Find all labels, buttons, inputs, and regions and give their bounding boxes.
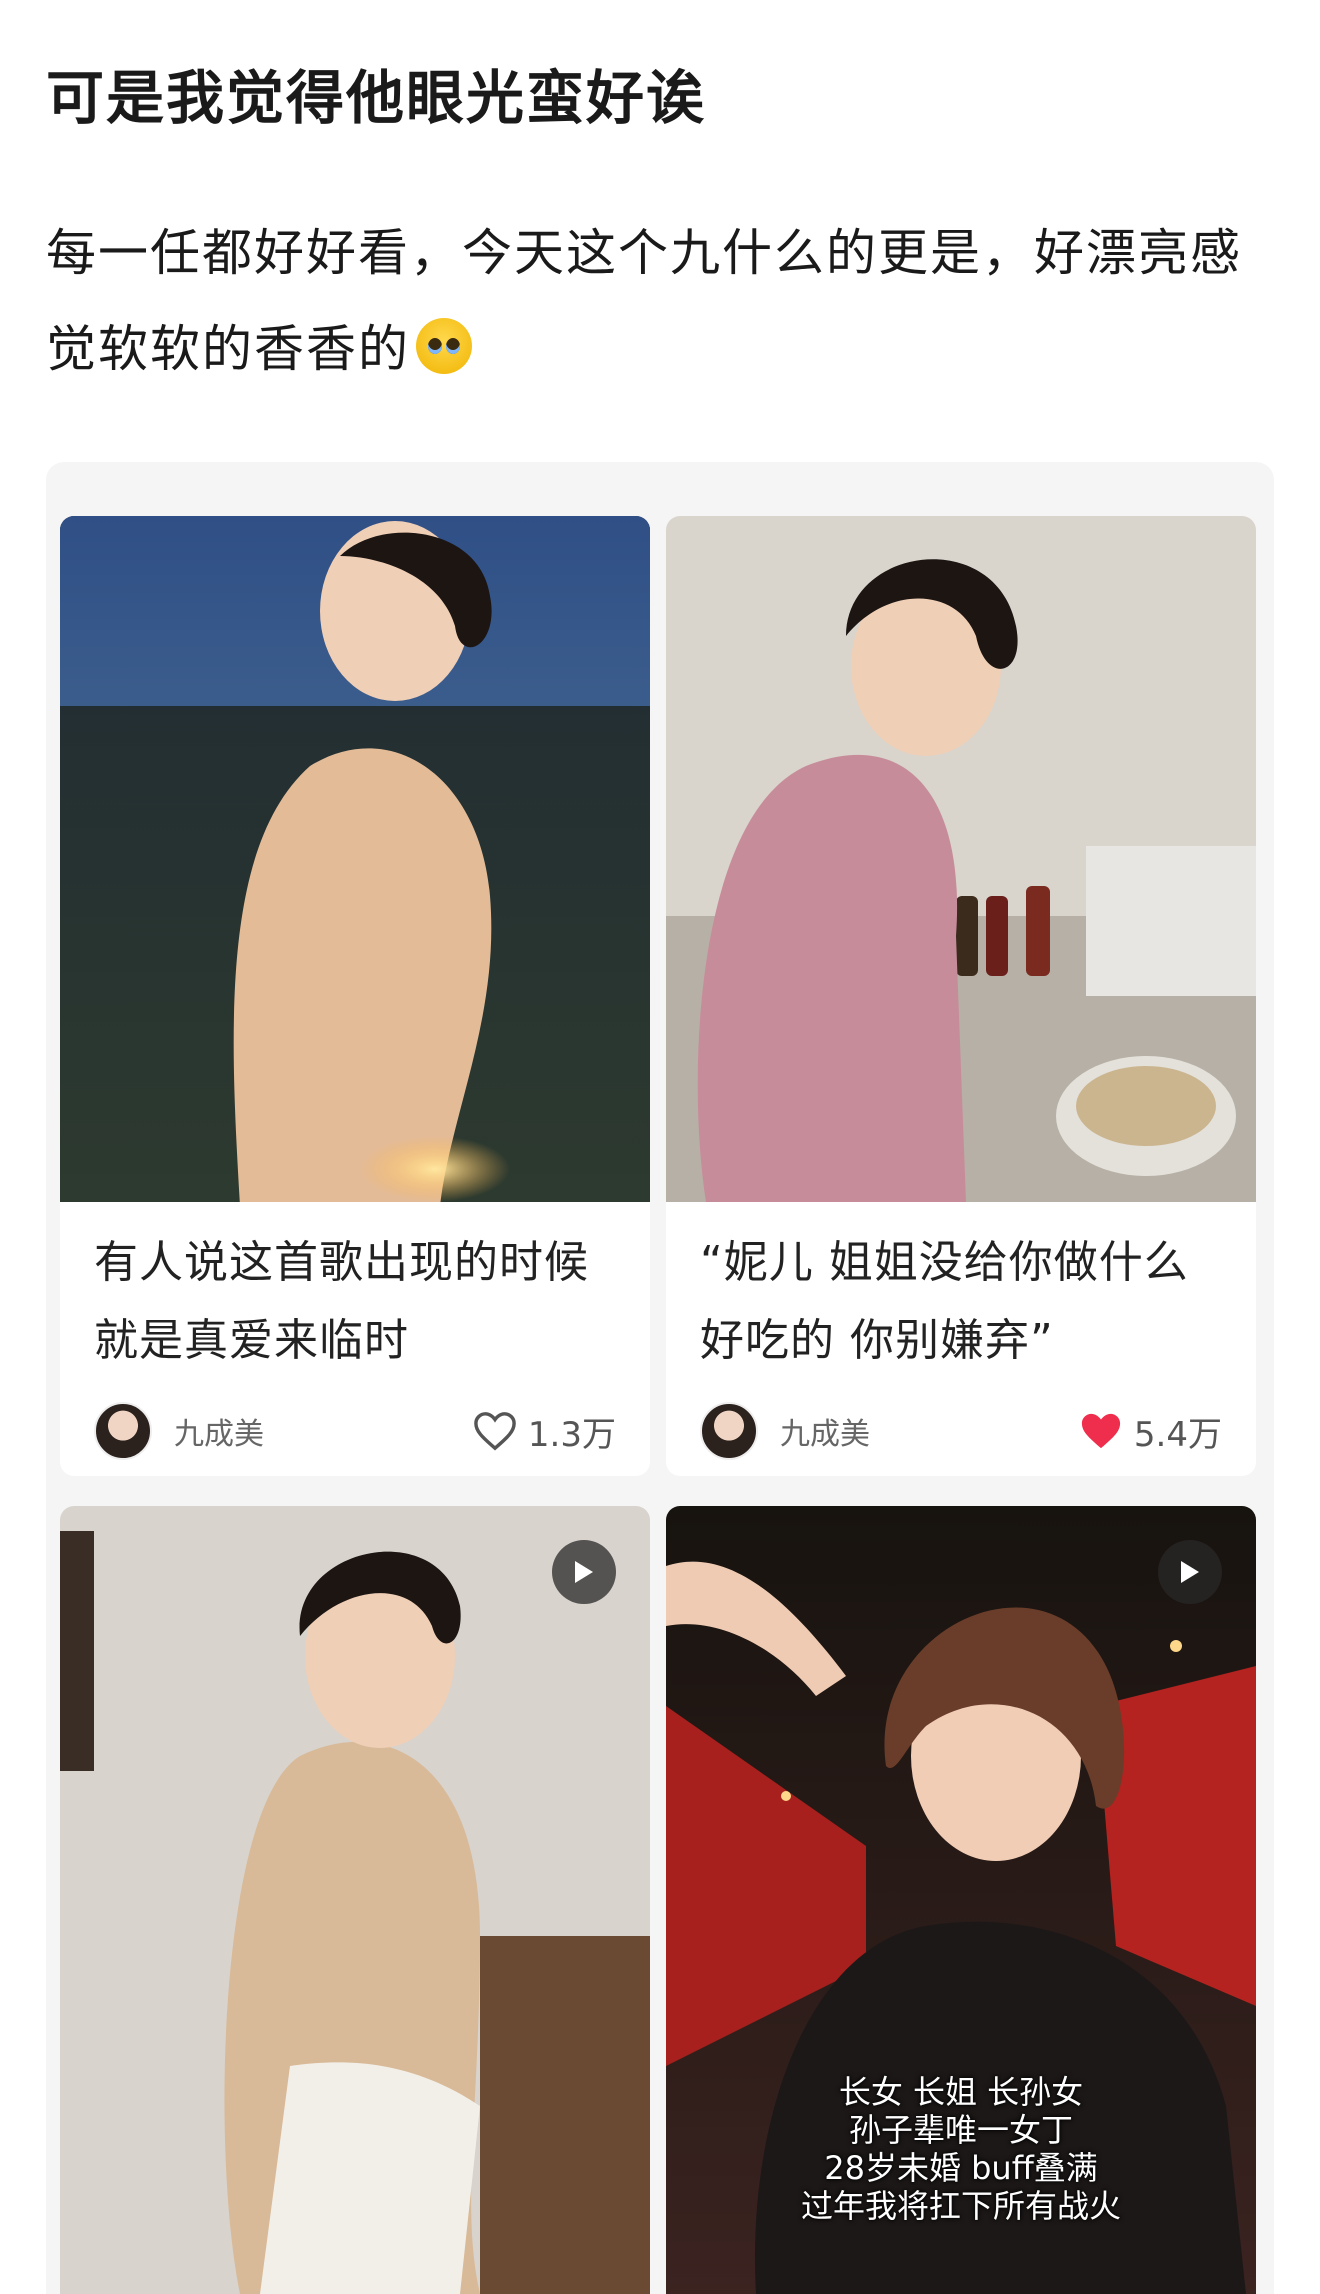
- feed-card-4[interactable]: 长女 长姐 长孙女 孙子辈唯一女丁 28岁未婚 buff叠满 过年我将扛下所有战…: [666, 1506, 1256, 2294]
- like-button[interactable]: 5.4万: [1078, 1407, 1222, 1456]
- play-icon: [1181, 1561, 1199, 1583]
- card-1-meta: 九成美 1.3万: [94, 1396, 616, 1466]
- video-overlay-line: 28岁未婚 buff叠满: [824, 2149, 1098, 2187]
- card-1-photo: [60, 516, 650, 1202]
- pleading-face-emoji-icon: [416, 318, 472, 374]
- post-body-text: 每一任都好好看，今天这个九什么的更是，好漂亮感觉软软的香香的: [46, 224, 1242, 378]
- card-2-photo: [666, 516, 1256, 1202]
- card-1-caption: 有人说这首歌出现的时候 就是真爱来临时: [94, 1237, 589, 1366]
- play-icon: [575, 1561, 593, 1583]
- author-name[interactable]: 九成美: [780, 1409, 1078, 1453]
- author-avatar[interactable]: [94, 1402, 152, 1460]
- heart-outline-icon: [474, 1412, 516, 1451]
- card-2-caption: “妮儿 姐姐没给你做什么好吃的 你别嫌弃”: [700, 1237, 1189, 1366]
- like-button[interactable]: 1.3万: [472, 1407, 616, 1456]
- embedded-feed-screenshot: 有人说这首歌出现的时候 就是真爱来临时 九成美 1.3万 “妮儿 姐姐没给你做什…: [46, 462, 1274, 2294]
- author-name[interactable]: 九成美: [174, 1409, 472, 1453]
- video-overlay-line: 过年我将扛下所有战火: [800, 2187, 1121, 2225]
- author-avatar[interactable]: [700, 1402, 758, 1460]
- play-video-button[interactable]: [1158, 1540, 1222, 1604]
- like-count: 1.3万: [527, 1414, 616, 1455]
- video-overlay-line: 孙子辈唯一女丁: [848, 2111, 1073, 2149]
- post-body: 每一任都好好看，今天这个九什么的更是，好漂亮感觉软软的香香的: [46, 205, 1276, 397]
- feed-card-1[interactable]: 有人说这首歌出现的时候 就是真爱来临时 九成美 1.3万: [60, 516, 650, 1476]
- feed-card-3[interactable]: [60, 1506, 650, 2294]
- feed-card-2[interactable]: “妮儿 姐姐没给你做什么好吃的 你别嫌弃” 九成美 5.4万: [666, 516, 1256, 1476]
- card-2-meta: 九成美 5.4万: [700, 1396, 1222, 1466]
- like-count: 5.4万: [1133, 1414, 1222, 1455]
- play-video-button[interactable]: [552, 1540, 616, 1604]
- heart-filled-icon: [1081, 1413, 1121, 1449]
- video-overlay-line: 长女 长姐 长孙女: [838, 2073, 1084, 2111]
- card-3-photo: [60, 1506, 650, 2294]
- post-title: 可是我觉得他眼光蛮好诶: [46, 64, 707, 132]
